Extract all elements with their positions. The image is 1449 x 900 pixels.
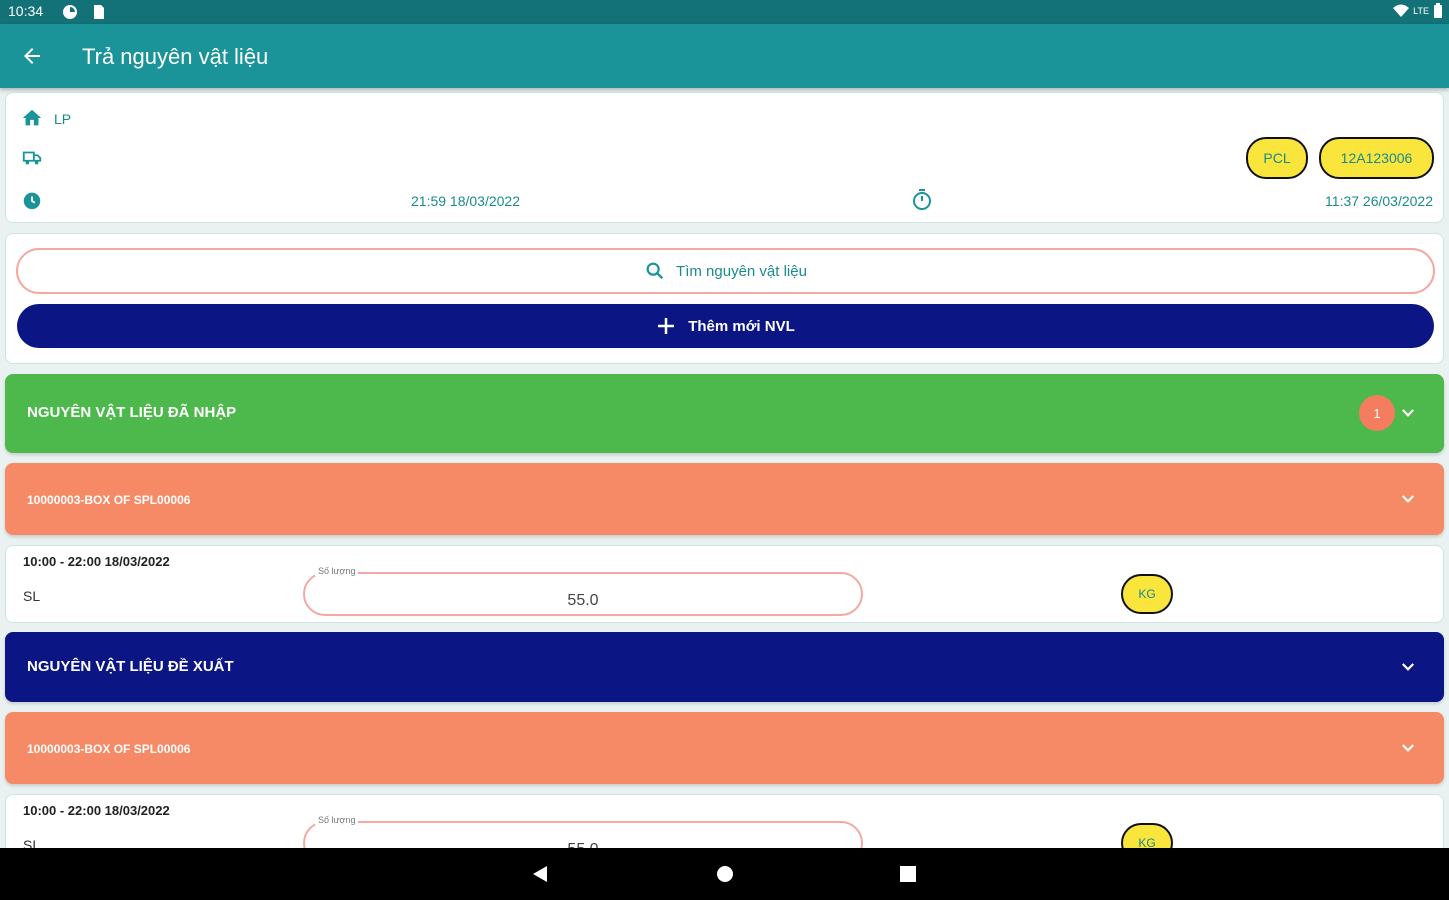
count-badge: 1: [1359, 395, 1395, 431]
timer-icon: [913, 189, 931, 210]
network-type: LTE: [1413, 6, 1429, 16]
quantity-field-label: Số lượng: [315, 566, 359, 576]
back-arrow-icon[interactable]: [20, 44, 44, 68]
system-nav-bar: [0, 848, 1449, 900]
location-row: LP: [6, 103, 1443, 133]
location-text: LP: [54, 111, 72, 127]
wifi-icon: [1393, 4, 1410, 17]
tag-pill: 12A123006: [1319, 137, 1434, 179]
search-materials-button[interactable]: Tìm nguyên vật liệu: [16, 248, 1435, 294]
tag-pill: PCL: [1246, 137, 1308, 179]
quantity-value: 55.0: [567, 592, 599, 609]
actions-card: Tìm nguyên vật liệu Thêm mới NVL: [5, 233, 1444, 364]
material-header[interactable]: 10000003-BOX OF SPL00006: [5, 463, 1444, 535]
material-detail: 10:00 - 22:00 18/03/2022 SL Số lượng 55.…: [5, 545, 1444, 623]
truck-icon: [22, 151, 42, 165]
sync-status-icon: [63, 5, 77, 19]
status-right: LTE: [1393, 3, 1443, 19]
section-title: NGUYÊN VẬT LIỆU ĐÃ NHẬP: [27, 404, 237, 421]
material-name: 10000003-BOX OF SPL00006: [27, 742, 191, 756]
app-bar: Trả nguyên vật liệu: [0, 24, 1449, 88]
status-bar: 10:34 LTE: [0, 0, 1449, 24]
unit-pill[interactable]: KG: [1121, 574, 1173, 614]
quantity-label: SL: [23, 588, 41, 604]
chevron-down-icon[interactable]: [1399, 739, 1417, 757]
page-title: Trả nguyên vật liệu: [82, 44, 269, 69]
plus-icon: [658, 318, 675, 334]
time-range: 10:00 - 22:00 18/03/2022: [23, 803, 170, 818]
search-icon: [646, 262, 664, 280]
section-title: NGUYÊN VẬT LIỆU ĐỀ XUẤT: [27, 658, 234, 675]
section-imported-header[interactable]: NGUYÊN VẬT LIỆU ĐÃ NHẬP 1: [5, 374, 1444, 453]
home-icon: [22, 109, 42, 126]
vehicle-row: PCL 12A123006: [6, 137, 1443, 179]
nav-back-icon[interactable]: [530, 864, 550, 884]
material-name: 10000003-BOX OF SPL00006: [27, 493, 191, 507]
chevron-down-icon[interactable]: [1399, 658, 1417, 676]
quantity-input[interactable]: Số lượng 55.0: [303, 566, 863, 616]
clock-icon: [23, 192, 41, 210]
time-row: 21:59 18/03/2022 11:37 26/03/2022: [6, 185, 1443, 215]
sd-card-icon: [94, 5, 104, 19]
time-range: 10:00 - 22:00 18/03/2022: [23, 554, 170, 569]
chevron-down-icon[interactable]: [1399, 490, 1417, 508]
material-header[interactable]: 10000003-BOX OF SPL00006: [5, 712, 1444, 784]
add-material-button[interactable]: Thêm mới NVL: [17, 304, 1434, 348]
info-card: LP PCL 12A123006 21:59 18/03/2022 11:37 …: [5, 92, 1444, 223]
chevron-down-icon[interactable]: [1399, 404, 1417, 422]
section-suggested-header[interactable]: NGUYÊN VẬT LIỆU ĐỀ XUẤT: [5, 632, 1444, 702]
start-time: 21:59 18/03/2022: [411, 193, 520, 209]
status-time: 10:34: [8, 3, 44, 19]
quantity-field-label: Số lượng: [315, 815, 359, 825]
nav-home-icon[interactable]: [715, 864, 735, 884]
nav-recents-icon[interactable]: [898, 864, 918, 884]
battery-icon: [1434, 3, 1442, 18]
search-label: Tìm nguyên vật liệu: [676, 262, 807, 280]
end-time: 11:37 26/03/2022: [1325, 193, 1433, 209]
add-label: Thêm mới NVL: [688, 317, 795, 335]
